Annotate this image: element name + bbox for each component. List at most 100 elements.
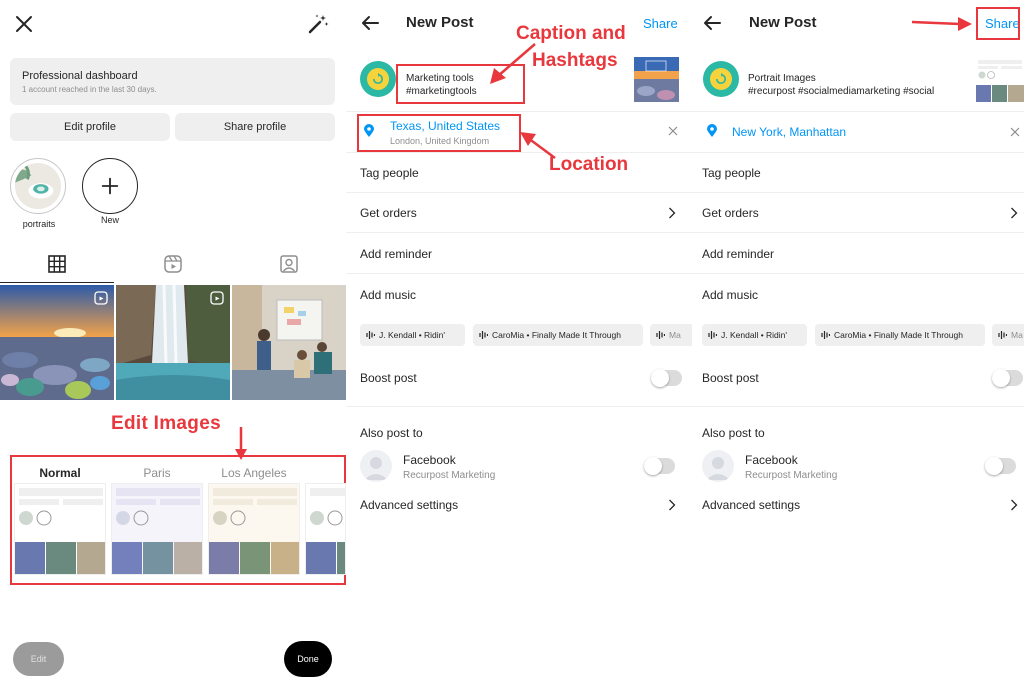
also-post-to-heading: Also post to — [360, 426, 423, 440]
music-chip[interactable]: CaroMia • Finally Made It Through — [815, 324, 985, 346]
page-title: New Post — [406, 14, 474, 31]
music-chip-label: CaroMia • Finally Made It Through — [492, 330, 621, 340]
dashboard-title: Professional dashboard — [22, 70, 138, 82]
caption-annotation-arrow — [490, 43, 536, 84]
music-chip[interactable]: Ma — [992, 324, 1024, 346]
music-chip[interactable]: Ma — [650, 324, 692, 346]
caption-hashtags: #recurpost #socialmediamarketing #social — [748, 86, 935, 97]
filter-thumbnail-normal[interactable] — [14, 483, 106, 575]
add-reminder-row[interactable]: Add reminder — [702, 247, 774, 261]
music-bars-icon — [656, 331, 665, 339]
get-orders-row[interactable]: Get orders — [360, 206, 417, 220]
tag-people-row[interactable]: Tag people — [702, 166, 761, 180]
reels-icon[interactable] — [163, 254, 183, 274]
location-pin-icon — [707, 124, 717, 137]
tagged-icon[interactable] — [279, 254, 299, 274]
music-bars-icon — [708, 331, 717, 339]
divider — [692, 273, 1024, 274]
divider — [692, 232, 1024, 233]
page-title: New Post — [749, 14, 817, 31]
profile-panel: Professional dashboard 1 account reached… — [0, 0, 346, 683]
music-bars-icon — [998, 331, 1007, 339]
magic-wand-icon[interactable] — [306, 12, 330, 36]
boost-post-toggle[interactable] — [992, 369, 1023, 387]
music-bars-icon — [821, 331, 830, 339]
music-bars-icon — [479, 331, 488, 339]
filter-preview-image — [306, 484, 345, 574]
music-chip-label: Ma — [1011, 330, 1023, 340]
advanced-settings-row[interactable]: Advanced settings — [360, 498, 458, 512]
reel-badge-icon — [94, 291, 108, 305]
boost-post-row: Boost post — [702, 371, 759, 385]
share-button[interactable]: Share — [643, 16, 678, 31]
divider — [692, 152, 1024, 153]
divider — [692, 111, 1024, 112]
share-profile-button[interactable]: Share profile — [175, 113, 335, 141]
divider — [346, 406, 692, 407]
add-music-row[interactable]: Add music — [702, 288, 758, 302]
caption-line: Portrait Images — [748, 73, 816, 84]
grid-post-waterfall[interactable] — [116, 285, 230, 400]
facebook-name: Facebook — [745, 453, 798, 467]
boost-post-toggle[interactable] — [651, 369, 682, 387]
back-arrow-icon[interactable] — [702, 13, 722, 33]
caption-text[interactable]: Portrait Images #recurpost #socialmediam… — [748, 72, 934, 98]
filter-thumbnail-partial[interactable] — [305, 483, 346, 575]
plus-icon — [101, 177, 119, 195]
divider — [346, 273, 692, 274]
location-name[interactable]: New York, Manhattan — [732, 125, 846, 139]
also-post-to-heading: Also post to — [702, 426, 765, 440]
default-avatar-icon — [706, 457, 730, 480]
edit-profile-button[interactable]: Edit profile — [10, 113, 170, 141]
account-avatar — [703, 61, 739, 97]
music-chip-label: J. Kendall • Ridin' — [379, 330, 446, 340]
professional-dashboard[interactable]: Professional dashboard 1 account reached… — [10, 58, 335, 105]
grid-post-office[interactable] — [232, 285, 346, 400]
facebook-toggle[interactable] — [644, 457, 675, 475]
music-chip[interactable]: J. Kendall • Ridin' — [360, 324, 465, 346]
facebook-toggle[interactable] — [985, 457, 1016, 475]
new-post-panel-annotated: New Post Share Marketing tools #marketin… — [346, 0, 692, 683]
filter-preview-image — [112, 484, 202, 574]
divider — [346, 192, 692, 193]
grid-icon[interactable] — [47, 254, 67, 274]
post-thumbnail-image — [634, 57, 679, 102]
highlight-portraits[interactable] — [10, 158, 66, 214]
facebook-account: Recurpost Marketing — [745, 470, 838, 481]
dashboard-subtitle: 1 account reached in the last 30 days. — [22, 85, 157, 94]
chevron-right-icon — [1011, 207, 1018, 219]
location-annotation-arrow — [520, 132, 556, 160]
tag-people-row[interactable]: Tag people — [360, 166, 419, 180]
music-chip[interactable]: CaroMia • Finally Made It Through — [473, 324, 643, 346]
close-icon[interactable] — [12, 12, 36, 36]
done-button[interactable]: Done — [284, 641, 332, 677]
advanced-settings-row[interactable]: Advanced settings — [702, 498, 800, 512]
get-orders-row[interactable]: Get orders — [702, 206, 759, 220]
back-arrow-icon[interactable] — [360, 13, 380, 33]
clear-location-icon[interactable] — [1010, 127, 1020, 137]
clear-location-icon[interactable] — [668, 126, 678, 136]
edit-button[interactable]: Edit — [13, 642, 64, 676]
filter-thumbnail-los-angeles[interactable] — [208, 483, 300, 575]
new-highlight-button[interactable] — [82, 158, 138, 214]
highlight-portraits-label: portraits — [22, 219, 56, 229]
filter-paris-label[interactable]: Paris — [111, 466, 203, 480]
filter-thumbnail-paris[interactable] — [111, 483, 203, 575]
filter-preview-image — [15, 484, 105, 574]
filter-los-angeles-label[interactable]: Los Angeles — [208, 466, 300, 480]
filter-normal-label[interactable]: Normal — [14, 466, 106, 480]
boost-post-row: Boost post — [360, 371, 417, 385]
music-bars-icon — [366, 331, 375, 339]
post-thumbnail — [976, 57, 1024, 102]
add-music-row[interactable]: Add music — [360, 288, 416, 302]
facebook-avatar — [702, 450, 734, 482]
new-post-panel-filled: New Post Share Portrait Images #recurpos… — [692, 0, 1024, 683]
edit-images-annotation: Edit Images — [111, 413, 221, 434]
music-chip[interactable]: J. Kendall • Ridin' — [702, 324, 807, 346]
music-chip-label: CaroMia • Finally Made It Through — [834, 330, 963, 340]
chevron-right-icon — [669, 207, 676, 219]
grid-post-beach[interactable] — [0, 285, 114, 400]
facebook-account: Recurpost Marketing — [403, 470, 496, 481]
add-reminder-row[interactable]: Add reminder — [360, 247, 432, 261]
music-chip-label: Ma — [669, 330, 681, 340]
